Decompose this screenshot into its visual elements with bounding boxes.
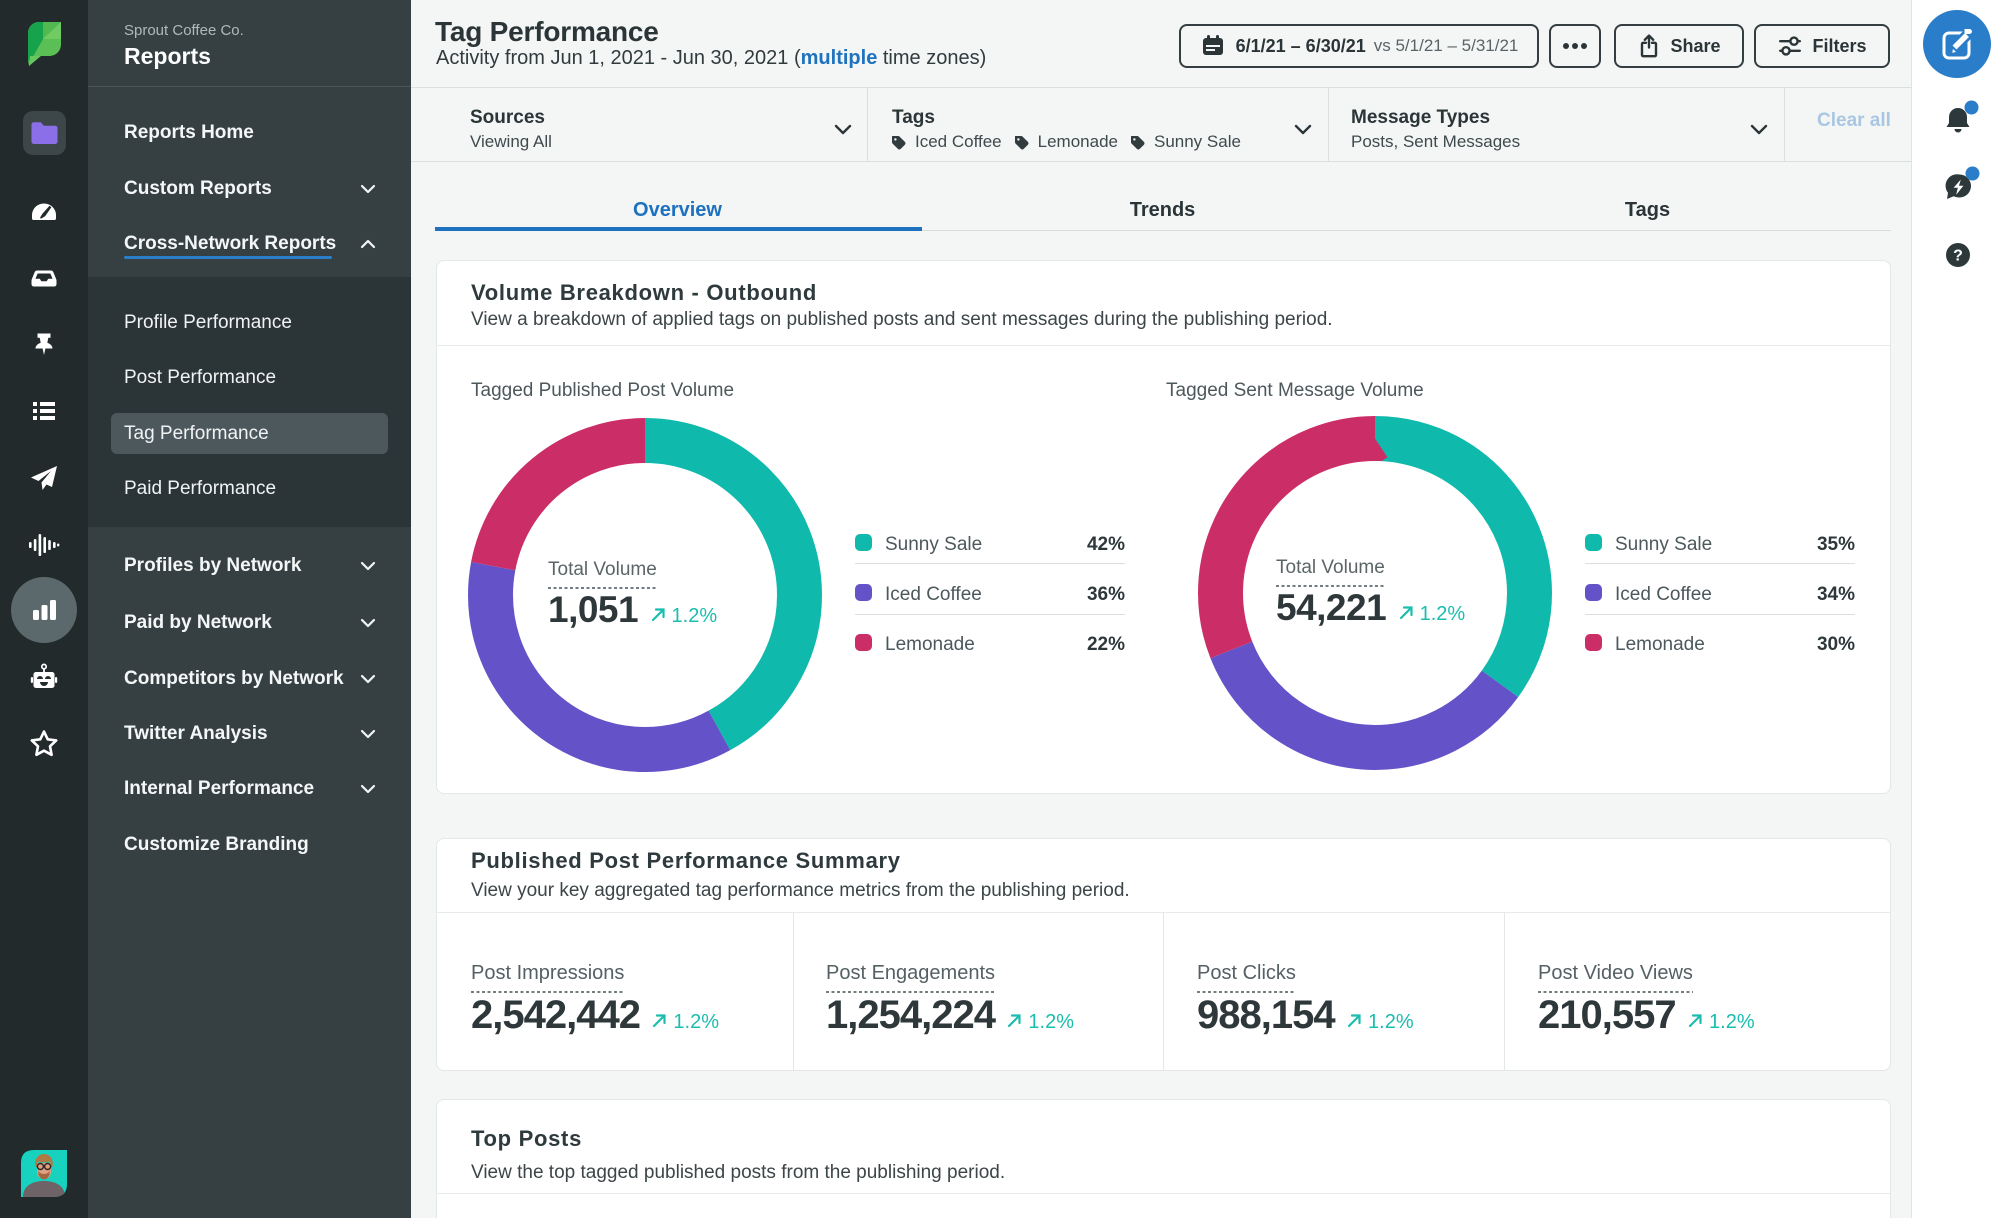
svg-text:?: ? — [1953, 248, 1963, 265]
